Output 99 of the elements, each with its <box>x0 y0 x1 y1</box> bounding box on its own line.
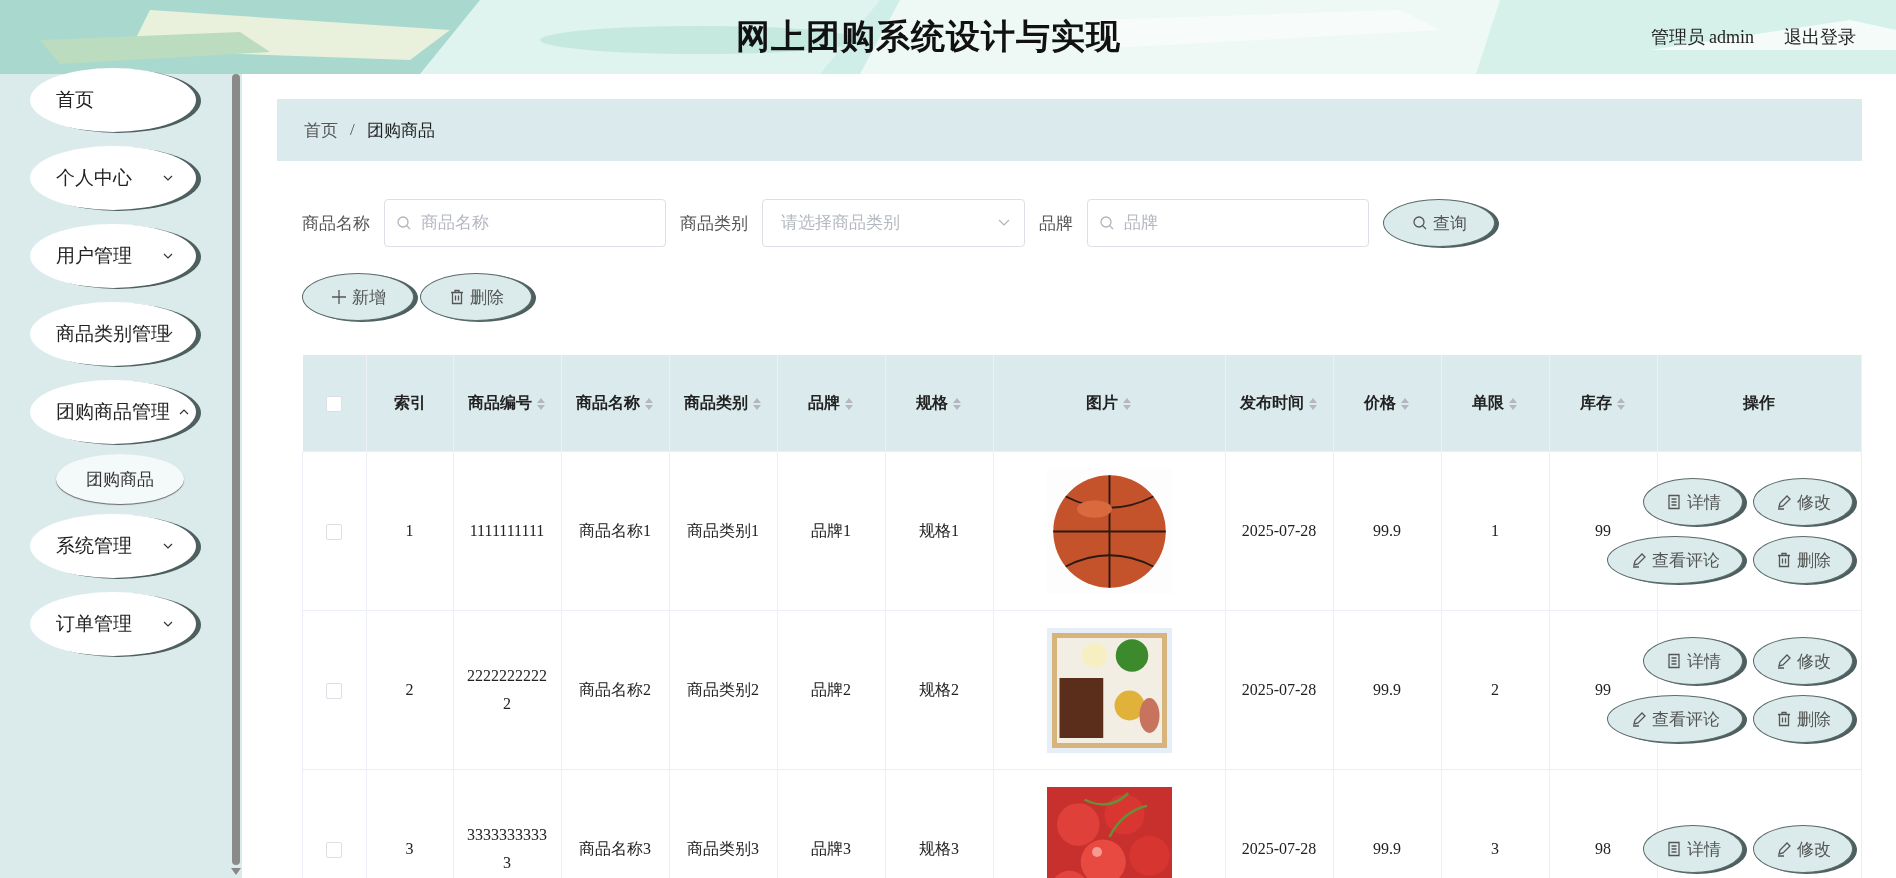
select-all-checkbox[interactable] <box>326 396 342 413</box>
user-label: 管理员 admin <box>1650 26 1754 49</box>
comments-button[interactable]: 查看评论 <box>1607 695 1743 743</box>
table-cell: 商品名称3 <box>579 840 651 857</box>
table-cell: 99.9 <box>1373 681 1401 698</box>
pencil-icon <box>1775 653 1792 669</box>
sort-icon <box>1122 397 1132 412</box>
table-cell: 99 <box>1595 522 1611 539</box>
input-field[interactable]: 品牌 <box>1087 199 1369 247</box>
row-checkbox[interactable] <box>326 524 343 541</box>
logout-link[interactable]: 退出登录 <box>1784 25 1856 49</box>
document-icon <box>1665 841 1682 857</box>
delete-button[interactable]: 删除 <box>1753 536 1853 584</box>
column-header[interactable]: 价格 <box>1333 355 1441 452</box>
search-icon <box>1099 215 1115 231</box>
table-cell: 33333333333 <box>467 826 547 871</box>
table-cell: 规格2 <box>919 681 959 698</box>
submenu-item[interactable]: 团购商品 <box>56 454 184 504</box>
table-cell: 商品类别2 <box>687 681 759 698</box>
column-header[interactable]: 商品编号 <box>453 355 561 452</box>
pencil-icon <box>1630 552 1647 568</box>
filter-label: 商品类别 <box>680 212 748 235</box>
sort-icon <box>752 397 762 412</box>
search-icon <box>1411 215 1428 231</box>
column-header[interactable]: 规格 <box>885 355 993 452</box>
trash-icon <box>1775 711 1792 727</box>
column-header[interactable]: 索引 <box>366 355 453 452</box>
column-header[interactable]: 商品类别 <box>669 355 777 452</box>
edit-button[interactable]: 修改 <box>1753 825 1853 873</box>
detail-button[interactable]: 详情 <box>1643 478 1743 526</box>
table-cell: 99 <box>1595 681 1611 698</box>
add-button[interactable]: 新增 <box>302 273 414 321</box>
pencil-icon <box>1775 494 1792 510</box>
table-cell: 3 <box>1491 840 1499 857</box>
column-header[interactable]: 图片 <box>993 355 1225 452</box>
table-cell: 1111111111 <box>469 522 545 539</box>
search-button[interactable]: 查询 <box>1383 199 1495 247</box>
detail-button[interactable]: 详情 <box>1643 825 1743 873</box>
column-header[interactable]: 品牌 <box>777 355 885 452</box>
table-cell: 98 <box>1595 840 1611 857</box>
table-cell: 22222222222 <box>467 667 547 712</box>
sort-icon <box>844 397 854 412</box>
column-header[interactable]: 库存 <box>1549 355 1657 452</box>
edit-button[interactable]: 修改 <box>1753 478 1853 526</box>
table-cell: 2025-07-28 <box>1241 681 1317 698</box>
edit-button[interactable]: 修改 <box>1753 637 1853 685</box>
table-cell: 2025-07-28 <box>1241 522 1317 539</box>
breadcrumb-item[interactable]: 首页 <box>304 118 338 142</box>
delete-button[interactable]: 删除 <box>420 273 532 321</box>
pencil-icon <box>1775 841 1792 857</box>
document-icon <box>1665 653 1682 669</box>
table-cell: 99.9 <box>1373 840 1401 857</box>
plus-icon <box>330 289 347 305</box>
table-cell: 1 <box>405 522 414 539</box>
sort-icon <box>1400 397 1410 412</box>
table-cell: 2 <box>1491 681 1499 698</box>
filter-label: 品牌 <box>1039 212 1073 235</box>
sort-icon <box>952 397 962 412</box>
table-cell: 商品类别1 <box>687 522 759 539</box>
table-cell: 品牌3 <box>811 840 851 857</box>
table-cell: 99.9 <box>1373 522 1401 539</box>
comments-button[interactable]: 查看评论 <box>1607 536 1743 584</box>
trash-icon <box>448 289 465 305</box>
table-cell: 2 <box>405 681 414 698</box>
sort-icon <box>1308 397 1318 412</box>
column-header[interactable]: 发布时间 <box>1225 355 1333 452</box>
search-icon <box>396 215 412 231</box>
table-cell: 品牌1 <box>811 522 851 539</box>
detail-button[interactable]: 详情 <box>1643 637 1743 685</box>
table-cell: 品牌2 <box>811 681 851 698</box>
table-cell: 1 <box>1491 522 1499 539</box>
breadcrumb-item: 团购商品 <box>366 119 435 142</box>
filter-label: 商品名称 <box>302 212 370 235</box>
column-header[interactable]: 商品名称 <box>561 355 669 452</box>
trash-icon <box>1775 552 1792 568</box>
table-cell: 3 <box>405 840 414 857</box>
sort-icon <box>1508 397 1518 412</box>
breadcrumb-separator: / <box>350 120 355 140</box>
table-cell: 商品名称2 <box>579 681 651 698</box>
input-field[interactable]: 商品名称 <box>384 199 666 247</box>
document-icon <box>1665 494 1682 510</box>
row-checkbox[interactable] <box>326 842 343 859</box>
delete-button[interactable]: 删除 <box>1753 695 1853 743</box>
table-cell: 2025-07-28 <box>1241 840 1317 857</box>
scrollbar-thumb[interactable] <box>232 74 240 865</box>
column-header[interactable]: 操作 <box>1657 355 1862 452</box>
table-cell: 规格3 <box>919 840 959 857</box>
sort-icon <box>536 397 546 412</box>
pencil-icon <box>1630 711 1647 727</box>
column-header[interactable]: 单限 <box>1441 355 1549 452</box>
site-title: 网上团购系统设计与实现 <box>735 17 1121 57</box>
row-checkbox[interactable] <box>326 683 343 700</box>
select-field[interactable]: 请选择商品类别 <box>762 199 1025 247</box>
table-cell: 规格1 <box>919 522 959 539</box>
table-cell: 商品名称1 <box>579 522 651 539</box>
scroll-down-arrow-icon[interactable] <box>231 868 241 875</box>
table-cell: 商品类别3 <box>687 840 759 857</box>
sort-icon <box>1616 397 1626 412</box>
sort-icon <box>644 397 654 412</box>
